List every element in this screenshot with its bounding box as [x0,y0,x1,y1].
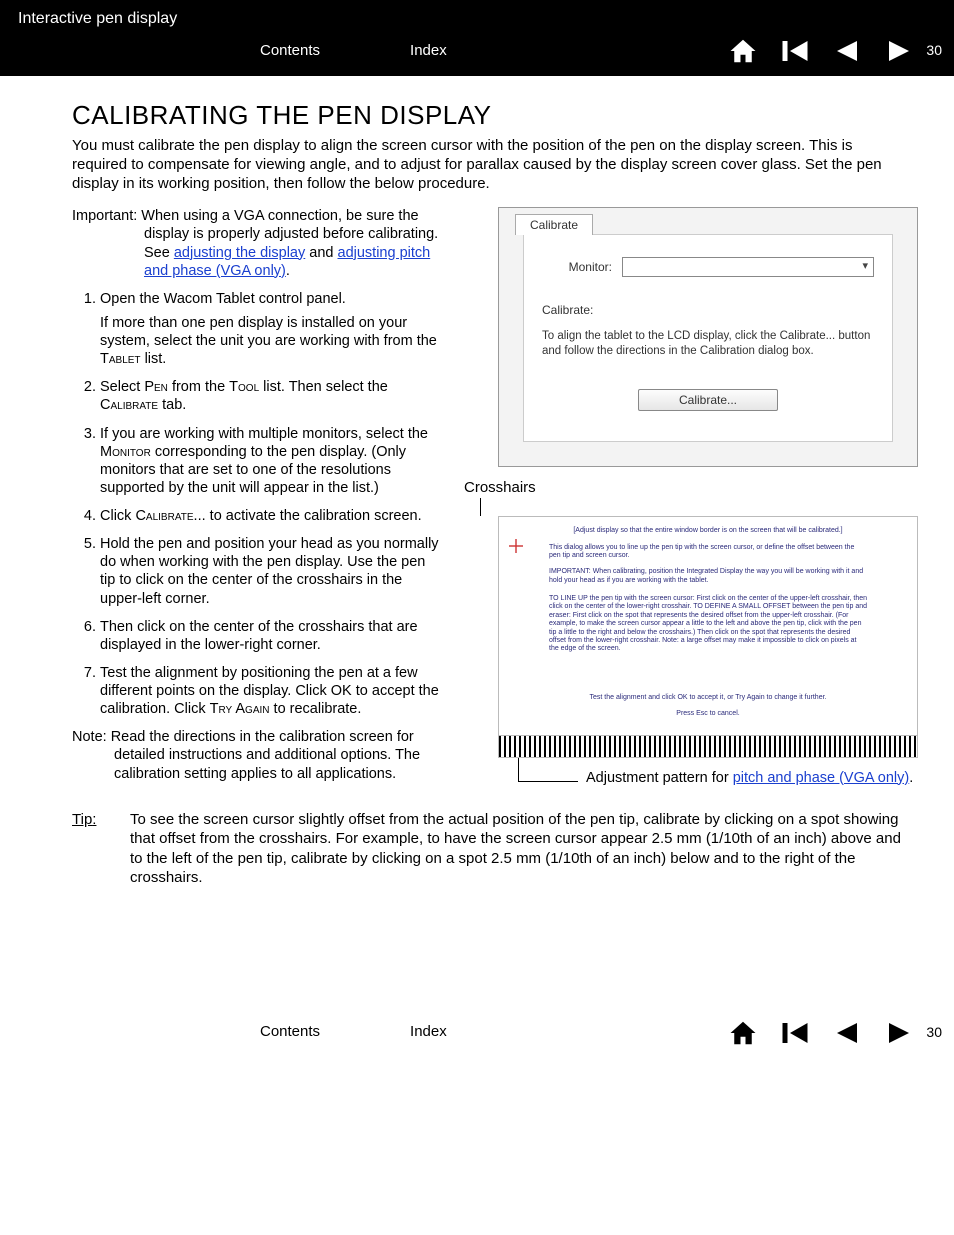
ch-line-1: [Adjust display so that the entire windo… [543,527,873,535]
step-4: Click Calibrate... to activate the calib… [100,507,442,525]
link-adjusting-display[interactable]: adjusting the display [174,245,305,261]
prev-page-icon[interactable] [832,36,862,64]
step-5: Hold the pen and position your head as y… [100,535,442,608]
adjustment-pattern-ruler [498,736,918,758]
left-column: Important: When using a VGA connection, … [72,207,442,785]
crosshairs-label: Crosshairs [464,479,918,496]
ch-line-6: Press Esc to cancel. [543,710,873,718]
footer-bar: Contents Index 30 [0,1008,954,1076]
step-2: Select Pen from the Tool list. Then sele… [100,378,442,414]
step-7: Test the alignment by positioning the pe… [100,664,442,718]
link-pitch-phase-2[interactable]: pitch and phase (VGA only) [733,770,910,786]
ch-line-4: TO LINE UP the pen tip with the screen c… [543,595,873,654]
note-paragraph: Note: Read the directions in the calibra… [72,728,442,782]
next-page-icon[interactable] [884,36,914,64]
crosshairs-panel: [Adjust display so that the entire windo… [498,516,918,735]
step-1: Open the Wacom Tablet control panel. If … [100,290,442,369]
page-number-bottom: 30 [926,1024,942,1040]
step-3: If you are working with multiple monitor… [100,425,442,498]
calibrate-tab[interactable]: Calibrate [515,214,593,235]
note-label: Note: [72,729,107,745]
footer-next-page-icon[interactable] [884,1018,914,1046]
footer-prev-page-icon[interactable] [832,1018,862,1046]
crosshairs-pointer-line [480,498,481,516]
footer-index-link[interactable]: Index [410,1023,447,1040]
intro-paragraph: You must calibrate the pen display to al… [72,137,902,193]
ch-line-3: IMPORTANT: When calibrating, position th… [543,568,873,585]
page-title: CALIBRATING THE PEN DISPLAY [72,100,918,131]
home-icon[interactable] [728,36,758,64]
tip-block: Tip: To see the screen cursor slightly o… [72,810,902,888]
adjustment-caption: Adjustment pattern for pitch and phase (… [586,770,913,786]
index-link[interactable]: Index [410,42,447,59]
adjustment-pointer-line [518,758,578,782]
footer-contents-link[interactable]: Contents [260,1023,320,1040]
important-note: Important: When using a VGA connection, … [72,207,442,280]
product-title: Interactive pen display [0,10,954,36]
crosshair-icon [509,539,523,557]
footer-first-page-icon[interactable] [780,1018,810,1046]
page-number-top: 30 [926,42,942,58]
right-column: Calibrate Monitor: Calibrate: To align t… [462,207,918,785]
calibrate-button[interactable]: Calibrate... [638,389,778,411]
monitor-label: Monitor: [542,260,612,274]
calibrate-panel: Calibrate Monitor: Calibrate: To align t… [498,207,918,467]
ch-line-2: This dialog allows you to line up the pe… [543,544,873,561]
calibrate-section-label: Calibrate: [542,303,874,317]
first-page-icon[interactable] [780,36,810,64]
monitor-dropdown[interactable] [622,257,874,277]
calibrate-instructions: To align the tablet to the LCD display, … [542,329,874,359]
contents-link[interactable]: Contents [260,42,320,59]
steps-list: Open the Wacom Tablet control panel. If … [72,290,442,719]
tip-text: To see the screen cursor slightly offset… [130,810,902,888]
step-6: Then click on the center of the crosshai… [100,618,442,654]
footer-home-icon[interactable] [728,1018,758,1046]
ch-line-5: Test the alignment and click OK to accep… [543,694,873,702]
header-bar: Interactive pen display Contents Index 3… [0,0,954,76]
important-label: Important: [72,208,137,224]
tip-label: Tip: [72,810,130,888]
